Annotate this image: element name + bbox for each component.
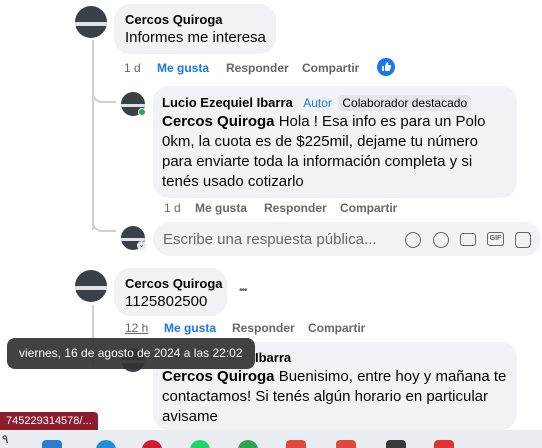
avatar[interactable] [75, 6, 107, 38]
top-contributor-badge[interactable]: Colaborador destacado [338, 95, 472, 111]
whatsapp-icon[interactable] [190, 440, 210, 448]
comment-line: para enviarte toda la información comple… [162, 153, 473, 170]
comment-line: Buenisimo, entre hoy y mañana te [278, 368, 507, 385]
widgets-icon[interactable] [42, 440, 62, 448]
taskbar: ٩ [0, 430, 542, 448]
thread-elbow [92, 205, 116, 232]
like-button[interactable]: Me gusta [157, 61, 209, 75]
chrome-icon[interactable] [238, 440, 258, 448]
online-status-dot [138, 108, 146, 116]
avatar[interactable] [75, 270, 107, 302]
thread-elbow [92, 78, 116, 103]
app-icon[interactable] [336, 440, 356, 448]
reply-input-box[interactable]: Escribe una respuesta pública... GIF [153, 222, 541, 256]
thread-line [92, 40, 94, 230]
reply-button[interactable]: Responder [264, 201, 327, 215]
sticker-icon[interactable] [515, 232, 531, 248]
like-button[interactable]: Me gusta [164, 321, 216, 335]
reply-button[interactable]: Responder [232, 321, 295, 335]
comment-timestamp[interactable]: 12 h [125, 321, 148, 335]
comment-text: 1125802500 [125, 293, 208, 310]
gif-icon[interactable]: GIF [487, 232, 504, 246]
comment-author[interactable]: Cercos Quiroga [125, 276, 223, 291]
more-options-button[interactable]: ••• [239, 285, 247, 296]
comment-timestamp[interactable]: 1 d [164, 201, 181, 215]
share-button[interactable]: Compartir [308, 321, 365, 335]
comment-bubble: Cercos Quiroga 1125802500 [114, 268, 227, 316]
comment-text: Cercos Quiroga Hola ! Esa info es para u… [162, 112, 512, 192]
comment-line: tenés usado cotizarlo [162, 173, 304, 190]
app-icon[interactable] [386, 440, 406, 448]
comment-author[interactable]: Lucio Ezequiel Ibarra [162, 95, 293, 110]
reply-button[interactable]: Responder [226, 61, 289, 75]
avatar-icon[interactable] [405, 232, 421, 248]
comment-header: Lucio Ezequiel Ibarra Autor Colaborador … [162, 94, 472, 112]
comment-bubble: Cercos Quiroga Informes me interesa [114, 4, 276, 54]
comment-line: Hola ! Esa info es para un Polo [278, 113, 486, 130]
comment-author[interactable]: Ibarra [255, 350, 291, 365]
app-icon[interactable] [142, 440, 162, 448]
comment-text: Cercos Quiroga Buenisimo, entre hoy y ma… [162, 367, 512, 427]
comment-actions: 12 h Me gusta Responder Compartir [125, 321, 385, 337]
app-icon[interactable] [434, 440, 454, 448]
comment-bubble: Lucio Ezequiel Ibarra Autor Colaborador … [153, 86, 517, 198]
comment-actions: 1 d Me gusta Responder Compartir [164, 201, 424, 217]
comment-line: avisame [162, 408, 218, 425]
chevron-down-icon[interactable]: ⌄ [137, 241, 146, 250]
author-tag: Autor [303, 96, 332, 110]
edge-icon[interactable] [96, 440, 116, 448]
comment-line: 0km, la cuota es de $225mil, dejame tu n… [162, 133, 479, 150]
reply-input[interactable]: Escribe una respuesta pública... [163, 231, 376, 248]
status-url: 745229314578/... [0, 412, 98, 431]
mention-link[interactable]: Cercos Quiroga [162, 368, 275, 385]
comment-text: Informes me interesa [125, 29, 266, 46]
like-button[interactable]: Me gusta [195, 201, 247, 215]
mention-link[interactable]: Cercos Quiroga [162, 113, 275, 130]
camera-icon[interactable] [460, 233, 476, 246]
taskbar-search-glyph: ٩ [2, 432, 9, 446]
comment-author[interactable]: Cercos Quiroga [125, 12, 223, 27]
comment-actions: 1 d Me gusta Responder Compartir [124, 61, 384, 77]
share-button[interactable]: Compartir [340, 201, 397, 215]
like-reaction-icon[interactable] [377, 58, 395, 76]
timestamp-tooltip: viernes, 16 de agosto de 2024 a las 22:0… [7, 338, 255, 369]
comment-timestamp[interactable]: 1 d [124, 61, 141, 75]
comment-line: contactamos! Si tenés algún horario en p… [162, 388, 489, 405]
share-button[interactable]: Compartir [302, 61, 359, 75]
emoji-icon[interactable] [433, 232, 449, 248]
app-icon[interactable] [286, 440, 306, 448]
